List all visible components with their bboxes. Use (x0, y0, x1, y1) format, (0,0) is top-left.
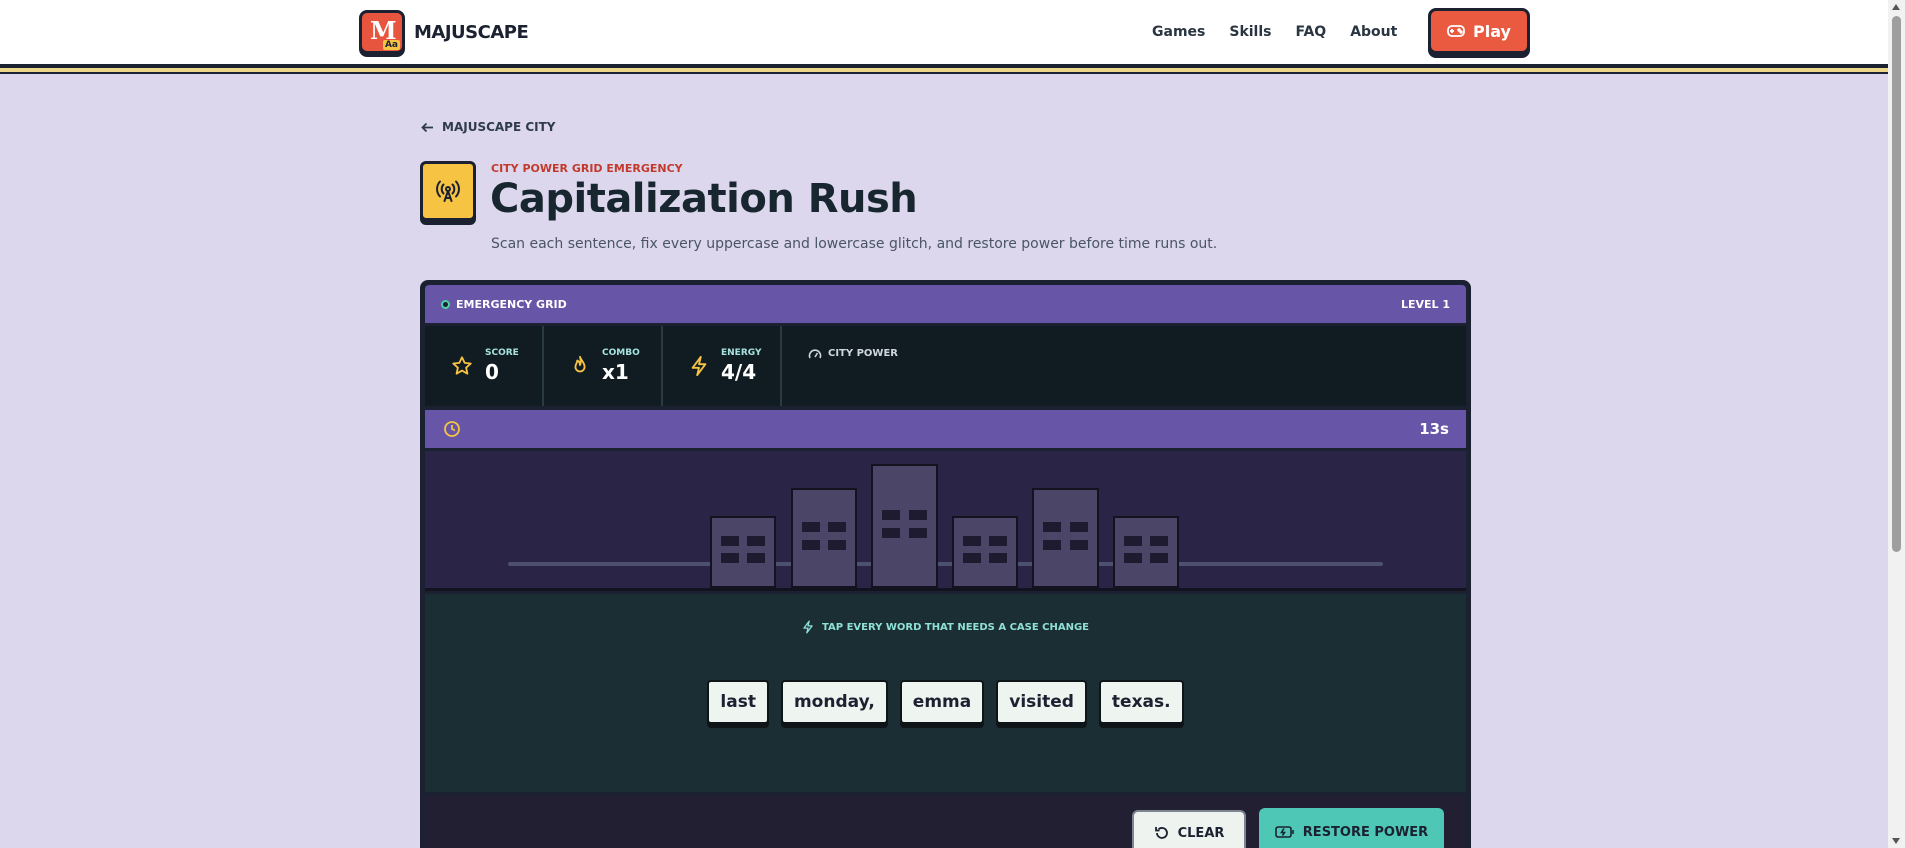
stat-city-power: CITY POWER (782, 326, 898, 406)
nav-link-about[interactable]: About (1350, 24, 1397, 40)
word-tile[interactable]: last (707, 680, 769, 724)
flame-icon (574, 355, 586, 373)
stat-combo: COMBO x1 (544, 326, 663, 406)
main-nav: Games Skills FAQ About (1152, 24, 1397, 40)
arrow-left-icon (421, 122, 433, 132)
battery-charging-icon (1274, 826, 1294, 838)
header-stripe (0, 64, 1888, 74)
scroll-up-arrow[interactable] (1892, 4, 1900, 10)
stats-bar: SCORE 0 COMBO x1 ENERGY 4/4 CITY POWER (425, 326, 1466, 406)
energy-value: 4/4 (721, 360, 757, 384)
panel-header-label: EMERGENCY GRID (456, 297, 567, 311)
score-value: 0 (485, 360, 499, 384)
level-badge: LEVEL 1 (1400, 297, 1450, 311)
logo-text: MAJUSCAPE (414, 21, 529, 43)
logo-icon: M Aa (359, 10, 405, 54)
status-indicator (441, 299, 450, 309)
building (791, 488, 857, 588)
building (952, 516, 1018, 588)
page-eyebrow: CITY POWER GRID EMERGENCY (491, 162, 683, 175)
page-subtitle: Scan each sentence, fix every uppercase … (491, 236, 1218, 252)
rotate-ccw-icon (1154, 827, 1168, 839)
lightning-icon (691, 355, 707, 377)
restore-power-button[interactable]: RESTORE POWER (1259, 808, 1444, 848)
building (1113, 516, 1179, 588)
clock-icon (444, 421, 460, 437)
scroll-thumb[interactable] (1892, 16, 1901, 552)
sentence-area: TAP EVERY WORD THAT NEEDS A CASE CHANGE … (425, 594, 1466, 792)
word-row: last monday, emma visited texas. (425, 680, 1466, 724)
instruction: TAP EVERY WORD THAT NEEDS A CASE CHANGE (425, 620, 1466, 634)
page-scrollbar[interactable] (1888, 0, 1905, 848)
combo-value: x1 (602, 360, 629, 384)
stat-energy: ENERGY 4/4 (663, 326, 782, 406)
city-ground (425, 588, 1466, 591)
top-navigation-bar: M Aa MAJUSCAPE Games Skills FAQ About Pl… (0, 0, 1888, 66)
gamepad-icon (1447, 25, 1465, 37)
scroll-down-arrow[interactable] (1892, 838, 1900, 844)
nav-link-skills[interactable]: Skills (1229, 24, 1271, 40)
clear-button[interactable]: CLEAR (1132, 810, 1246, 848)
power-line (508, 562, 1383, 566)
site-logo[interactable]: M Aa MAJUSCAPE (359, 10, 529, 54)
stat-score: SCORE 0 (425, 326, 544, 406)
word-tile[interactable]: visited (996, 680, 1087, 724)
building (1032, 488, 1099, 588)
breadcrumb-label: MAJUSCAPE CITY (442, 120, 556, 134)
nav-link-faq[interactable]: FAQ (1295, 24, 1326, 40)
building (871, 464, 938, 588)
star-icon (452, 356, 472, 375)
nav-link-games[interactable]: Games (1152, 24, 1205, 40)
page-title: Capitalization Rush (490, 176, 918, 222)
action-bar: CLEAR RESTORE POWER (425, 795, 1466, 848)
word-tile[interactable]: emma (899, 680, 985, 724)
breadcrumb[interactable]: MAJUSCAPE CITY (421, 120, 556, 134)
word-tile[interactable]: monday, (780, 680, 888, 724)
building (710, 516, 776, 588)
panel-header: EMERGENCY GRID LEVEL 1 (425, 285, 1466, 323)
city-skyline (425, 451, 1466, 591)
play-button[interactable]: Play (1428, 8, 1530, 54)
timer-bar: 13s (425, 410, 1466, 448)
radio-tower-icon (420, 161, 476, 221)
game-panel: EMERGENCY GRID LEVEL 1 SCORE 0 COMBO x1 … (420, 280, 1471, 848)
gauge-icon (808, 349, 822, 359)
lightning-icon (803, 620, 813, 634)
word-tile[interactable]: texas. (1098, 680, 1184, 724)
timer-value: 13s (1419, 420, 1449, 438)
